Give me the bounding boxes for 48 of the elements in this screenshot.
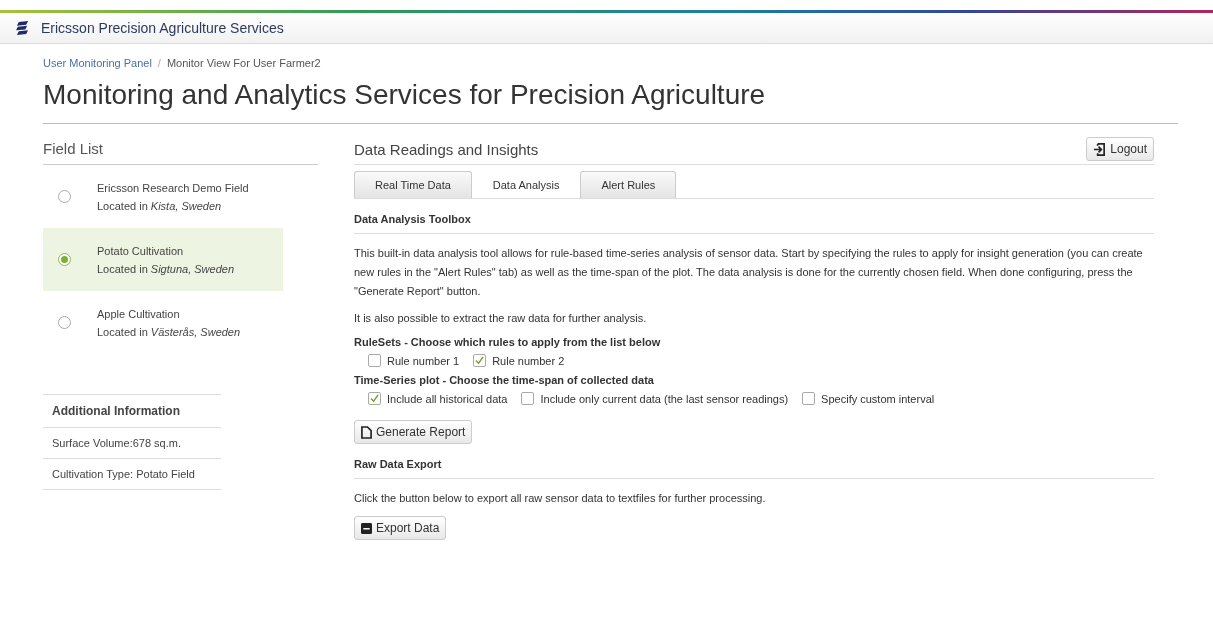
field-name: Potato Cultivation (97, 244, 185, 257)
logout-button[interactable]: Logout (1086, 137, 1154, 161)
field-name: Ericsson Research Demo Field (97, 181, 249, 194)
tab[interactable]: Alert Rules (580, 171, 677, 198)
checkbox[interactable] (368, 392, 381, 405)
section-title: Field List (43, 136, 318, 165)
checkbox[interactable] (802, 392, 816, 405)
checkbox-label: Rule number 1 (387, 354, 460, 367)
info-title: Additional Information (43, 395, 221, 428)
note-text: Click the button below to export all raw sensor data to textfiles for further processing. (354, 491, 767, 506)
field-item[interactable]: Ericsson Research Demo Field Located in Kista, Sweden (43, 165, 283, 228)
radio-button[interactable] (58, 316, 71, 329)
panel-title: Data Readings and Insights (354, 140, 539, 158)
description-text: This built-in data analysis tool allows for rule-based time-series analysis of sensor data. Start by specifying the rules to apply for insight generation (you can create new rules in the "Alert Rules" tab) as well as the time-span of the plot. The data analysis is done for the currently chosen field. When done configuring, press the "Generate Report" button. (354, 246, 1144, 299)
radio-button[interactable] (58, 190, 71, 203)
breadcrumb-link[interactable]: User Monitoring Panel (43, 57, 152, 69)
page-title: Monitoring and Analytics Services for Precision Agriculture (43, 79, 1178, 124)
field-location: Located in Västerås, Sweden (97, 325, 241, 338)
checkbox-label: Include all historical data (387, 392, 508, 405)
info-row: Cultivation Type: Potato Field (43, 459, 221, 490)
save-icon (361, 522, 372, 534)
file-icon (361, 425, 372, 439)
checkbox-label: Rule number 2 (492, 354, 565, 367)
field-item[interactable]: Potato Cultivation Located in Sigtuna, Sweden (43, 228, 283, 291)
section-title: Raw Data Export (354, 444, 1154, 479)
timespan-label: Time-Series plot - Choose the time-span of collected data (354, 374, 655, 386)
radio-button[interactable] (58, 253, 71, 266)
export-data-button[interactable]: Export Data (354, 516, 447, 540)
checkbox[interactable] (368, 354, 381, 367)
logout-icon (1093, 142, 1107, 156)
tab[interactable]: Real Time Data (354, 171, 472, 198)
logo-icon (16, 20, 29, 36)
field-location: Located in Sigtuna, Sweden (97, 262, 234, 275)
info-row: Surface Volume:678 sq.m. (43, 428, 221, 459)
brand-title[interactable]: Ericsson Precision Agriculture Services (41, 20, 284, 36)
breadcrumb-separator: / (157, 57, 161, 69)
checkbox[interactable] (473, 354, 487, 367)
note-text: It is also possible to extract the raw data for further analysis. (354, 311, 648, 326)
checkbox-label: Specify custom interval (821, 392, 935, 405)
ruleset-label: RuleSets - Choose which rules to apply from the list below (354, 336, 662, 348)
checkbox[interactable] (521, 392, 535, 405)
breadcrumb-current: Monitor View For User Farmer2 (166, 57, 321, 69)
field-name: Apple Cultivation (97, 307, 181, 320)
checkbox-label: Include only current data (the last sensor readings) (540, 392, 789, 405)
field-location: Located in Kista, Sweden (97, 199, 223, 212)
generate-report-button[interactable]: Generate Report (354, 420, 473, 444)
section-title: Data Analysis Toolbox (354, 199, 1154, 234)
field-item[interactable]: Apple Cultivation Located in Västerås, Sweden (43, 291, 283, 354)
